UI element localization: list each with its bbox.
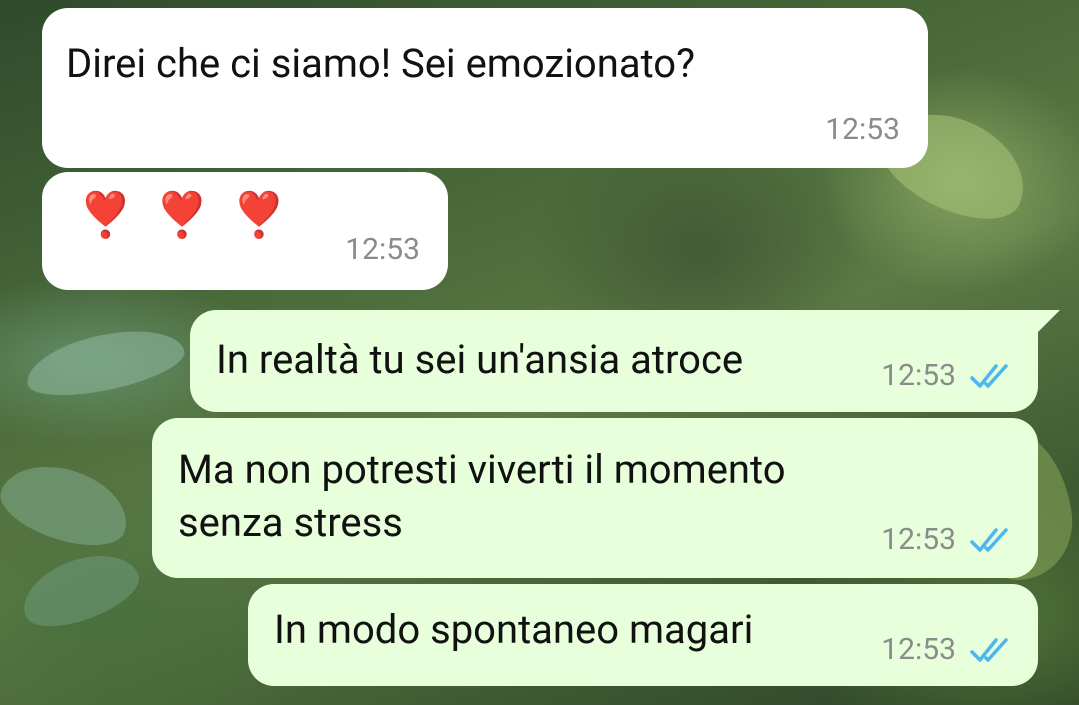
background-leaf: [13, 541, 147, 639]
double-check-icon: [970, 638, 1008, 662]
message-time: 12:53: [345, 232, 420, 268]
message-bubble-outgoing[interactable]: Ma non potresti viverti il momento senza…: [152, 418, 1038, 578]
message-time: 12:53: [825, 112, 900, 148]
message-text: In realtà tu sei un'ansia atroce: [216, 336, 744, 383]
background-leaf: [21, 318, 189, 407]
background-leaf: [0, 451, 138, 559]
message-bubble-incoming[interactable]: Direi che ci siamo! Sei emozionato? 12:5…: [42, 8, 928, 168]
message-text: Ma non potresti viverti il momento senza…: [178, 446, 786, 546]
double-check-icon: [970, 528, 1008, 552]
message-bubble-incoming[interactable]: ❣️❣️❣️ 12:53: [42, 172, 448, 290]
message-time: 12:53: [881, 358, 956, 394]
heart-emojis: ❣️❣️❣️: [78, 189, 309, 241]
message-time: 12:53: [881, 632, 956, 668]
message-bubble-outgoing[interactable]: In realtà tu sei un'ansia atroce 12:53: [190, 310, 1038, 412]
message-text: In modo spontaneo magari: [274, 606, 754, 653]
double-check-icon: [970, 364, 1008, 388]
bubble-tail: [1038, 310, 1060, 332]
message-time: 12:53: [881, 522, 956, 558]
message-bubble-outgoing[interactable]: In modo spontaneo magari 12:53: [248, 584, 1038, 686]
message-text: Direi che ci siamo! Sei emozionato?: [66, 40, 696, 87]
